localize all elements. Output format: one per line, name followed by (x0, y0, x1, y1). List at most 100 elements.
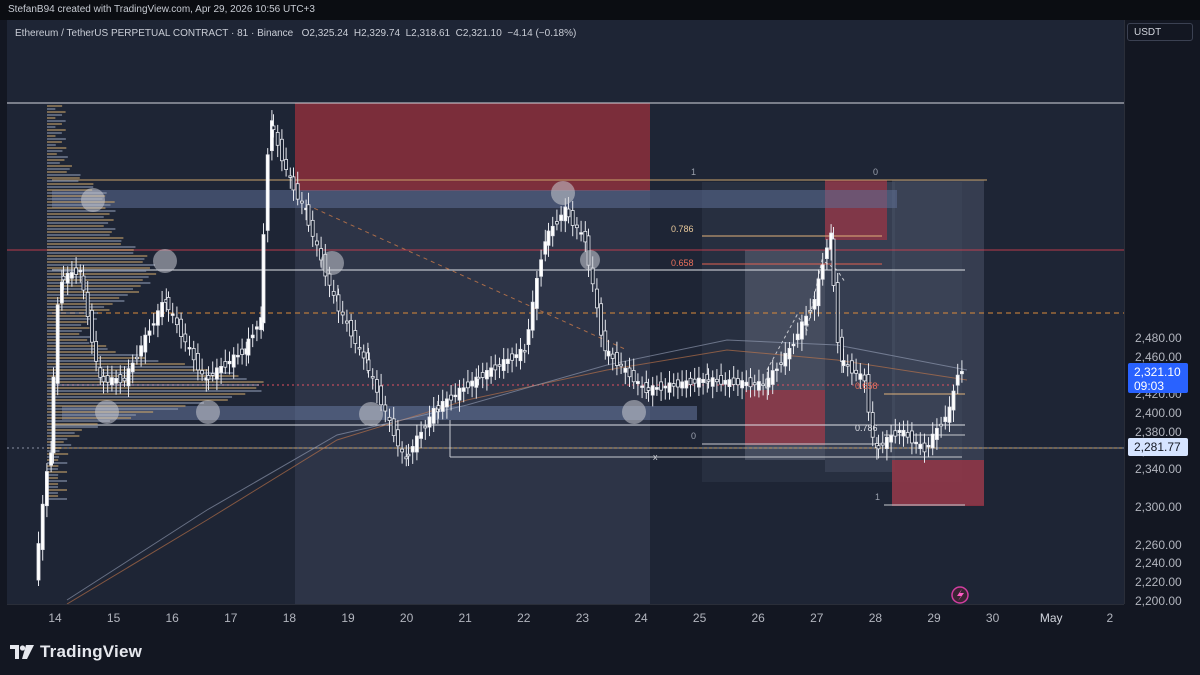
current-price-value: 2,321.10 (1134, 365, 1181, 379)
candle-body (701, 378, 705, 383)
time-axis[interactable]: 14 15 16 17 18 19 20 21 22 23 24 25 26 27 28 29 30 May 2 (7, 604, 1124, 631)
price-axis[interactable]: 2,480.002,460.002,440.002,420.002,400.00… (1124, 20, 1200, 608)
candle-body (566, 208, 571, 218)
candle-body (603, 330, 608, 352)
candle-body (723, 379, 728, 385)
candle-body (845, 364, 850, 367)
price-tick-label: 2,200.00 (1135, 594, 1182, 608)
volume-profile-bar (47, 315, 91, 317)
candle-body (431, 407, 436, 424)
current-price-badge: 2,321.10 09:03 (1128, 363, 1188, 393)
time-tick-label: 22 (517, 611, 531, 625)
time-tick-label: 17 (224, 611, 238, 625)
candle-body (90, 309, 94, 343)
candle-body (951, 390, 956, 411)
candle-body (960, 371, 964, 375)
candle-body (288, 175, 293, 178)
candle-body (546, 230, 551, 246)
candle-body (240, 348, 245, 355)
candle-body (143, 334, 148, 353)
candle-body (183, 333, 188, 343)
demand-zone-mid (745, 390, 825, 445)
currency-button[interactable]: USDT (1127, 23, 1193, 41)
volume-profile-bar (47, 384, 259, 386)
candle-body (231, 354, 236, 368)
volume-profile-bar (47, 177, 80, 179)
candle-body (470, 380, 475, 387)
candle-body (926, 444, 931, 448)
candle-body (663, 385, 668, 389)
candle-body (885, 436, 889, 449)
candle-body (118, 374, 123, 384)
candle-body (505, 358, 510, 364)
candle-body (522, 350, 527, 353)
touch-point (580, 250, 600, 270)
time-tick-label: 28 (868, 611, 883, 625)
volume-profile-bar (47, 228, 116, 230)
candle-body (655, 387, 659, 390)
price-tick-label: 2,400.00 (1135, 406, 1182, 420)
ohlc-low: L2,318.61 (405, 28, 451, 39)
candle-body (766, 377, 771, 388)
candle-body (535, 278, 539, 309)
volume-profile-bar (47, 306, 105, 308)
candle-body (715, 378, 719, 383)
volume-profile-bar (47, 255, 148, 257)
candle-body (126, 368, 131, 387)
candle-body (65, 272, 70, 284)
chart-canvas[interactable] (7, 20, 1124, 604)
volume-profile (47, 105, 264, 500)
candle-body (404, 456, 409, 460)
volume-profile-bar (47, 216, 104, 218)
chart-pane[interactable]: Ethereum / TetherUS PERPETUAL CONTRACT ·… (7, 20, 1124, 604)
candle-body (841, 360, 846, 367)
tradingview-logo[interactable]: TradingView (10, 642, 142, 662)
candle-body (590, 267, 595, 285)
candle-body (170, 313, 175, 316)
candle-body (187, 347, 192, 350)
time-tick-label: 19 (341, 611, 355, 625)
time-tick-label: 21 (458, 611, 472, 625)
ohlc-close: C2,321.10 (455, 28, 502, 39)
time-tick-label: 18 (282, 611, 297, 625)
candle-body (366, 359, 371, 371)
candle-body (174, 317, 179, 326)
volume-profile-bar (47, 165, 72, 167)
time-tick-label: 23 (575, 611, 590, 625)
touch-point (153, 249, 177, 273)
time-tick-label: 16 (165, 611, 179, 625)
candle-body (246, 338, 251, 356)
volume-profile-bar (47, 489, 68, 491)
volume-profile-bar (47, 156, 68, 158)
candle-body (619, 363, 623, 367)
candle-body (575, 224, 579, 229)
time-tick-label: 27 (810, 611, 824, 625)
volume-profile-bar (47, 333, 80, 335)
volume-profile-bar (47, 162, 60, 164)
volume-profile-bar (47, 123, 62, 125)
candle-body (78, 270, 83, 273)
volume-profile-bar (47, 231, 112, 233)
candle-body (340, 311, 345, 316)
time-tick-label: 20 (399, 611, 414, 625)
chart-window: StefanB94 created with TradingView.com, … (0, 0, 1200, 675)
candle-body (880, 442, 885, 446)
candle-body (688, 377, 693, 386)
price-tick-label: 2,300.00 (1135, 500, 1182, 514)
time-tick-label: May (1039, 611, 1063, 625)
candle-body (684, 380, 689, 389)
supply-zone-top (295, 103, 650, 191)
candle-body (501, 359, 506, 371)
volume-profile-bar (47, 432, 75, 434)
volume-profile-bar (47, 243, 121, 245)
candle-body (835, 282, 840, 343)
candle-body (306, 204, 311, 226)
candle-body (410, 446, 415, 453)
time-tick-label: 25 (692, 611, 707, 625)
candle-body (543, 241, 548, 255)
volume-profile-bar (47, 135, 56, 137)
touch-point (359, 402, 383, 426)
candle-body (271, 125, 276, 131)
author-credit: StefanB94 created with TradingView.com, … (8, 4, 315, 15)
volume-profile-bar (47, 372, 234, 374)
